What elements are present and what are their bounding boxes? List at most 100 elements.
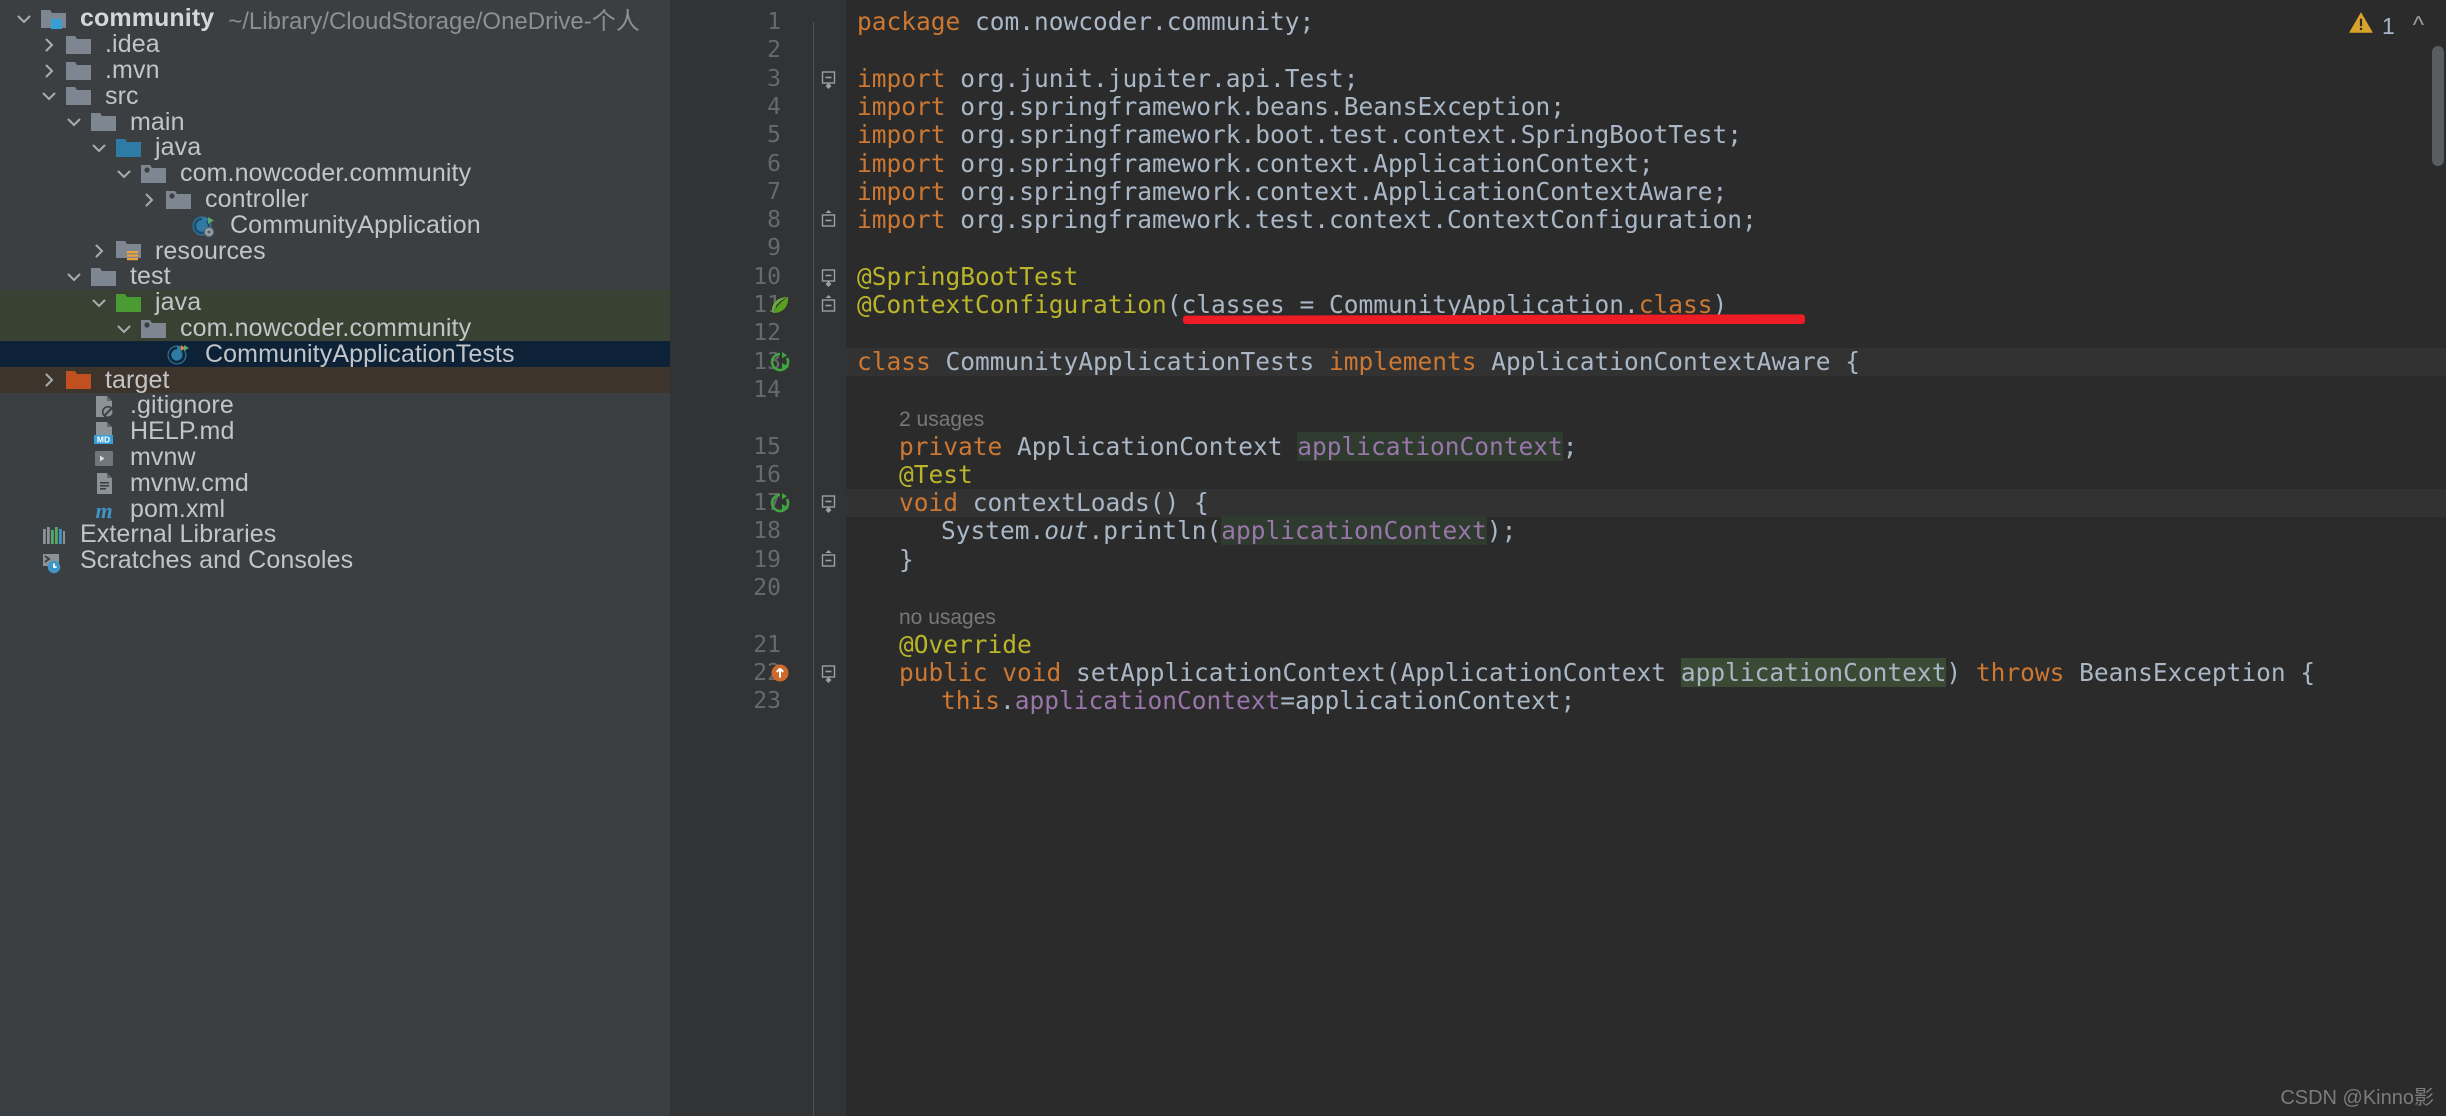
code-token: @ContextConfiguration [857,290,1167,319]
code-token: ApplicationContext [1002,431,1298,461]
code-token: applicationContext [1014,686,1281,716]
code-editor[interactable]: 1 2 3 4 5 6 7 8 9 10 11 12 13 14 15 16 17 18 19 20 21 22 23 pa… [670,0,2446,1116]
line-number: 23 [753,688,781,715]
tree-item-label: .idea [105,30,160,59]
code-line-import-2[interactable]: import org.springframework.beans.BeansEx… [846,91,2446,121]
line-number: 18 [753,518,781,545]
fold-guide-line [813,22,814,1116]
tree-item-idea[interactable]: .idea [0,30,670,59]
inlay-hint-usages-field[interactable]: 2 usages [846,404,2446,432]
tree-item-java[interactable]: java [0,133,670,161]
tree-item-label: mvnw [130,443,196,471]
code-line-import-3[interactable]: import org.springframework.boot.test.con… [846,121,2446,149]
code-token: void [899,488,959,518]
tree-item-label: HELP.md [130,417,235,446]
line-number: 21 [753,631,781,658]
code-line-springboottest-annotation[interactable]: @SpringBootTest [846,262,2446,291]
tree-item-label: CommunityApplication [230,210,481,239]
code-line-import-6[interactable]: import org.springframework.test.context.… [846,205,2446,235]
fold-toggle-start[interactable] [817,263,841,291]
red-annotation-underline [1183,317,1805,324]
code-line-import-5[interactable]: import org.springframework.context.Appli… [846,176,2446,206]
inlay-hint-no-usages[interactable]: no usages [846,602,2446,630]
code-token: org.springframework.context.ApplicationC… [945,148,1654,178]
code-token: import [857,120,946,150]
line-number: 19 [753,546,781,573]
code-line-import-4[interactable]: import org.springframework.context.Appli… [846,148,2446,178]
tree-item-label: .mvn [105,56,160,84]
inspection-widget[interactable]: 1 ^ [2348,10,2424,42]
code-folding-strip[interactable] [813,0,846,1116]
line-number: 1 [767,9,781,35]
tree-item-communityapplicationtests[interactable]: CommunityApplicationTests [0,340,670,368]
tree-item-community[interactable]: community ~/Library/CloudStorage/OneDrive… [0,4,670,35]
code-token: ; [1727,120,1743,150]
tree-item-pom-xml[interactable]: m pom.xml [0,495,670,524]
tree-item-external-libraries[interactable]: External Libraries [0,520,670,548]
override-icon[interactable] [765,659,795,687]
code-line-setapplicationcontext[interactable]: public void setApplicationContext(Applic… [846,657,2446,687]
code-token: no usages [899,606,996,630]
code-token: ; [1742,205,1757,235]
code-line-test-annotation[interactable]: @Test [846,459,2446,489]
code-line-close-brace[interactable]: } [846,544,2446,574]
code-token: ContextConfiguration [1447,205,1743,235]
tree-item-label: .gitignore [130,391,234,420]
editor-gutter[interactable]: 1 2 3 4 5 6 7 8 9 10 11 12 13 14 15 16 17 18 19 20 21 22 23 [670,0,813,1116]
code-line-class-declaration[interactable]: class CommunityApplicationTests implemen… [846,346,2446,376]
line-number: 20 [753,575,781,601]
code-line-println[interactable]: System.out.println(applicationContext); [846,516,2446,546]
code-line-import-1[interactable]: import org.junit.jupiter.api.Test; [846,63,2446,93]
tree-item-mvn[interactable]: .mvn [0,56,670,84]
fold-toggle-start[interactable] [817,659,841,687]
code-token: () { [1149,488,1209,518]
fold-toggle-start[interactable] [817,489,841,517]
tree-item-com-nowcoder-community[interactable]: com.nowcoder.community [0,159,670,187]
fold-toggle-end[interactable] [817,291,841,319]
code-token: ); [1486,516,1517,546]
run-test-icon[interactable] [765,348,795,376]
tree-item-controller[interactable]: controller [0,185,670,213]
project-tree-panel[interactable]: community ~/Library/CloudStorage/OneDrive… [0,0,670,1116]
code-token: org.junit.jupiter.api. [945,63,1285,93]
fold-toggle-end[interactable] [817,206,841,234]
line-number: 5 [767,122,781,149]
code-token: import [857,91,946,121]
code-token: @Override [899,629,1032,659]
code-token: . [1000,686,1015,716]
editor-scrollbar[interactable] [2432,46,2444,166]
tree-item-label: com.nowcoder.community [180,314,472,342]
spring-leaf-icon[interactable] [765,291,795,319]
fold-toggle-start[interactable] [817,65,841,93]
code-token: } [899,544,914,574]
fold-toggle-end[interactable] [817,546,841,574]
line-number: 14 [753,376,781,403]
line-number: 15 [753,433,781,460]
line-number: 6 [767,150,781,177]
code-token: org.springframework.beans.BeansException… [945,91,1566,121]
code-token: public [899,657,988,687]
code-token: @Test [899,459,973,489]
code-token: import [857,205,946,235]
code-line-field-declaration[interactable]: private ApplicationContext applicationCo… [846,431,2446,461]
code-line-package[interactable]: package com.nowcoder.community; [846,7,2446,36]
code-token: ; [1562,431,1578,461]
line-number: 8 [767,207,781,234]
chevron-up-icon[interactable]: ^ [2413,12,2424,40]
code-token: org.springframework.context.ApplicationC… [945,176,1728,206]
tree-item-scratches-and-consoles[interactable]: Scratches and Consoles [0,546,670,574]
run-test-icon[interactable] [765,489,795,517]
code-token: ApplicationContextAware { [1476,346,1861,376]
code-line-assignment[interactable]: this.applicationContext=applicationConte… [846,687,2446,715]
code-token: =applicationContext; [1280,686,1576,716]
tree-item-label: resources [155,236,266,265]
warning-triangle-icon [2348,10,2374,42]
code-line-override-annotation[interactable]: @Override [846,629,2446,659]
code-content-area[interactable]: package com.nowcoder.community; import or… [846,0,2446,1116]
code-token: CommunityApplicationTests [930,346,1330,376]
code-token: (ApplicationContext [1385,657,1681,687]
code-token: throws [1975,657,2065,687]
code-line-contextloads-method[interactable]: void contextLoads() { [846,488,2446,518]
tree-item-java[interactable]: java [0,288,670,316]
tree-item-com-nowcoder-community[interactable]: com.nowcoder.community [0,314,670,342]
